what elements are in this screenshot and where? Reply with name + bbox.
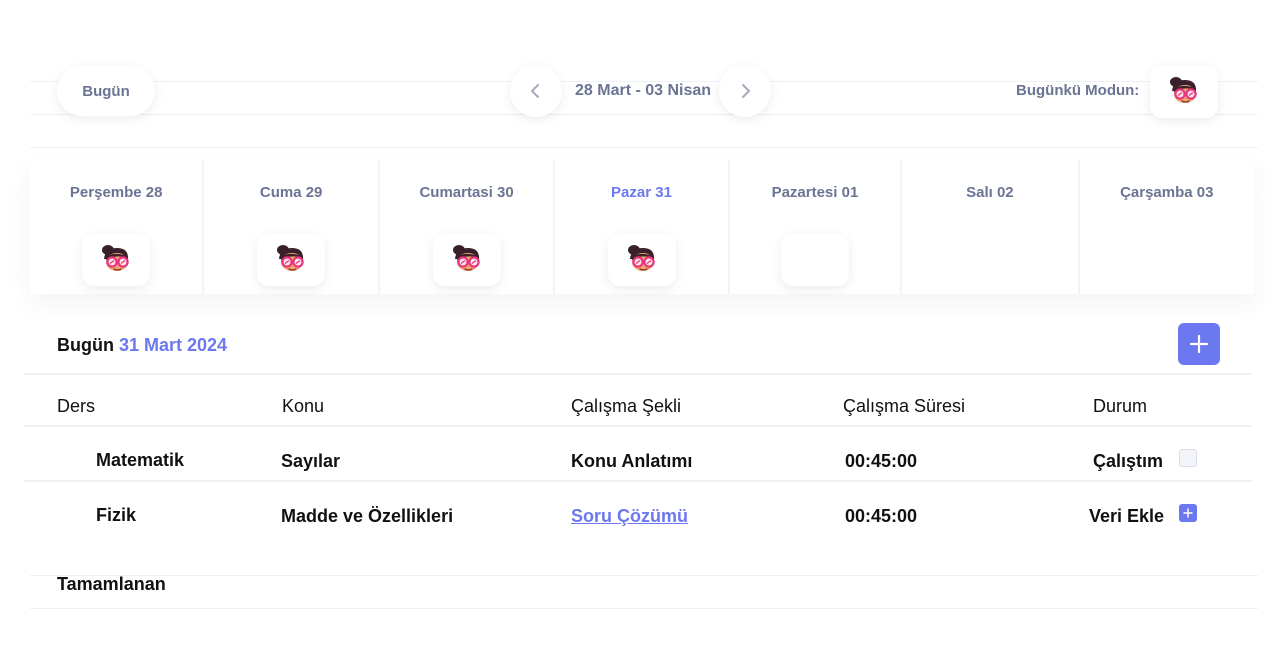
chevron-left-icon bbox=[531, 84, 539, 98]
today-heading: Bugün 31 Mart 2024 bbox=[57, 335, 227, 356]
girl-with-glasses-emoji-icon bbox=[273, 243, 309, 278]
add-study-button[interactable] bbox=[1178, 323, 1220, 365]
row1-konu: Sayılar bbox=[281, 451, 341, 471]
day-mood-tile[interactable] bbox=[82, 234, 151, 286]
todays-mood-label: Bugünkü Modun: bbox=[1016, 82, 1140, 99]
day-label: Perşembe 28 bbox=[69, 184, 163, 201]
day-thursday[interactable]: Perşembe 28 bbox=[30, 160, 205, 294]
day-mood-tile[interactable] bbox=[432, 234, 501, 286]
row2-ders: Fizik bbox=[96, 505, 137, 525]
row2-durum: Veri Ekle bbox=[1089, 506, 1165, 526]
add-data-button[interactable] bbox=[1179, 504, 1197, 522]
day-mood-tile[interactable] bbox=[607, 234, 676, 286]
toolbar-bottom-line bbox=[30, 114, 1258, 115]
today-date: 31 Mart 2024 bbox=[119, 335, 228, 355]
day-mood-tile-empty[interactable] bbox=[780, 234, 849, 286]
day-label: Salı 02 bbox=[966, 184, 1014, 201]
today-prefix: Bugün bbox=[57, 335, 114, 355]
week-range-label: 28 Mart - 03 Nisan bbox=[575, 82, 712, 99]
girl-with-glasses-emoji-icon bbox=[624, 243, 660, 278]
row2-sure: 00:45:00 bbox=[845, 506, 918, 526]
girl-with-glasses-emoji-icon bbox=[1166, 75, 1202, 110]
prev-week-button[interactable] bbox=[510, 65, 562, 117]
day-monday[interactable]: Pazartesi 01 bbox=[730, 160, 903, 294]
day-label: Cuma 29 bbox=[259, 184, 323, 201]
row1-ders: Matematik bbox=[96, 450, 185, 470]
completed-top-line bbox=[30, 575, 1258, 576]
day-tuesday[interactable]: Salı 02 bbox=[902, 160, 1080, 294]
chevron-right-icon bbox=[742, 84, 750, 98]
day-saturday[interactable]: Cumartasi 30 bbox=[380, 160, 556, 294]
row2-sekil-link[interactable]: Soru Çözümü bbox=[571, 506, 688, 527]
plus-icon bbox=[1183, 508, 1193, 518]
row-divider bbox=[24, 480, 1252, 482]
header-konu: Konu bbox=[282, 396, 325, 416]
next-week-button[interactable] bbox=[719, 65, 771, 117]
day-label: Çarşamba 03 bbox=[1120, 184, 1214, 201]
row1-sure: 00:45:00 bbox=[845, 451, 918, 471]
header-durum: Durum bbox=[1093, 396, 1148, 416]
day-wednesday[interactable]: Çarşamba 03 bbox=[1080, 160, 1254, 294]
studied-checkbox[interactable] bbox=[1179, 449, 1197, 467]
day-label: Pazartesi 01 bbox=[771, 184, 859, 201]
header-calisma-sekli: Çalışma Şekli bbox=[571, 396, 682, 416]
header-ders: Ders bbox=[57, 396, 96, 416]
row1-durum: Çalıştım bbox=[1093, 451, 1164, 471]
day-friday[interactable]: Cuma 29 bbox=[204, 160, 380, 294]
header-line bbox=[24, 425, 1252, 427]
row1-sekil: Konu Anlatımı bbox=[571, 451, 693, 471]
divider bbox=[30, 147, 1258, 148]
completed-section-title: Tamamlanan bbox=[57, 574, 166, 594]
plus-icon bbox=[1189, 334, 1209, 354]
week-days-strip: Perşembe 28 Cuma 29 Cumartasi 30 Pazar 3… bbox=[30, 160, 1254, 294]
day-mood-tile[interactable] bbox=[257, 234, 326, 286]
day-label: Pazar 31 bbox=[611, 184, 672, 201]
todays-mood-button[interactable] bbox=[1150, 66, 1218, 118]
completed-bottom-line bbox=[30, 608, 1258, 609]
today-button[interactable]: Bugün bbox=[57, 66, 155, 116]
girl-with-glasses-emoji-icon bbox=[98, 243, 134, 278]
day-sunday[interactable]: Pazar 31 bbox=[555, 160, 730, 294]
day-label: Cumartasi 30 bbox=[419, 184, 514, 201]
table-top-line bbox=[24, 373, 1252, 375]
girl-with-glasses-emoji-icon bbox=[449, 243, 485, 278]
row2-konu: Madde ve Özellikleri bbox=[281, 506, 454, 526]
header-calisma-suresi: Çalışma Süresi bbox=[843, 396, 966, 416]
